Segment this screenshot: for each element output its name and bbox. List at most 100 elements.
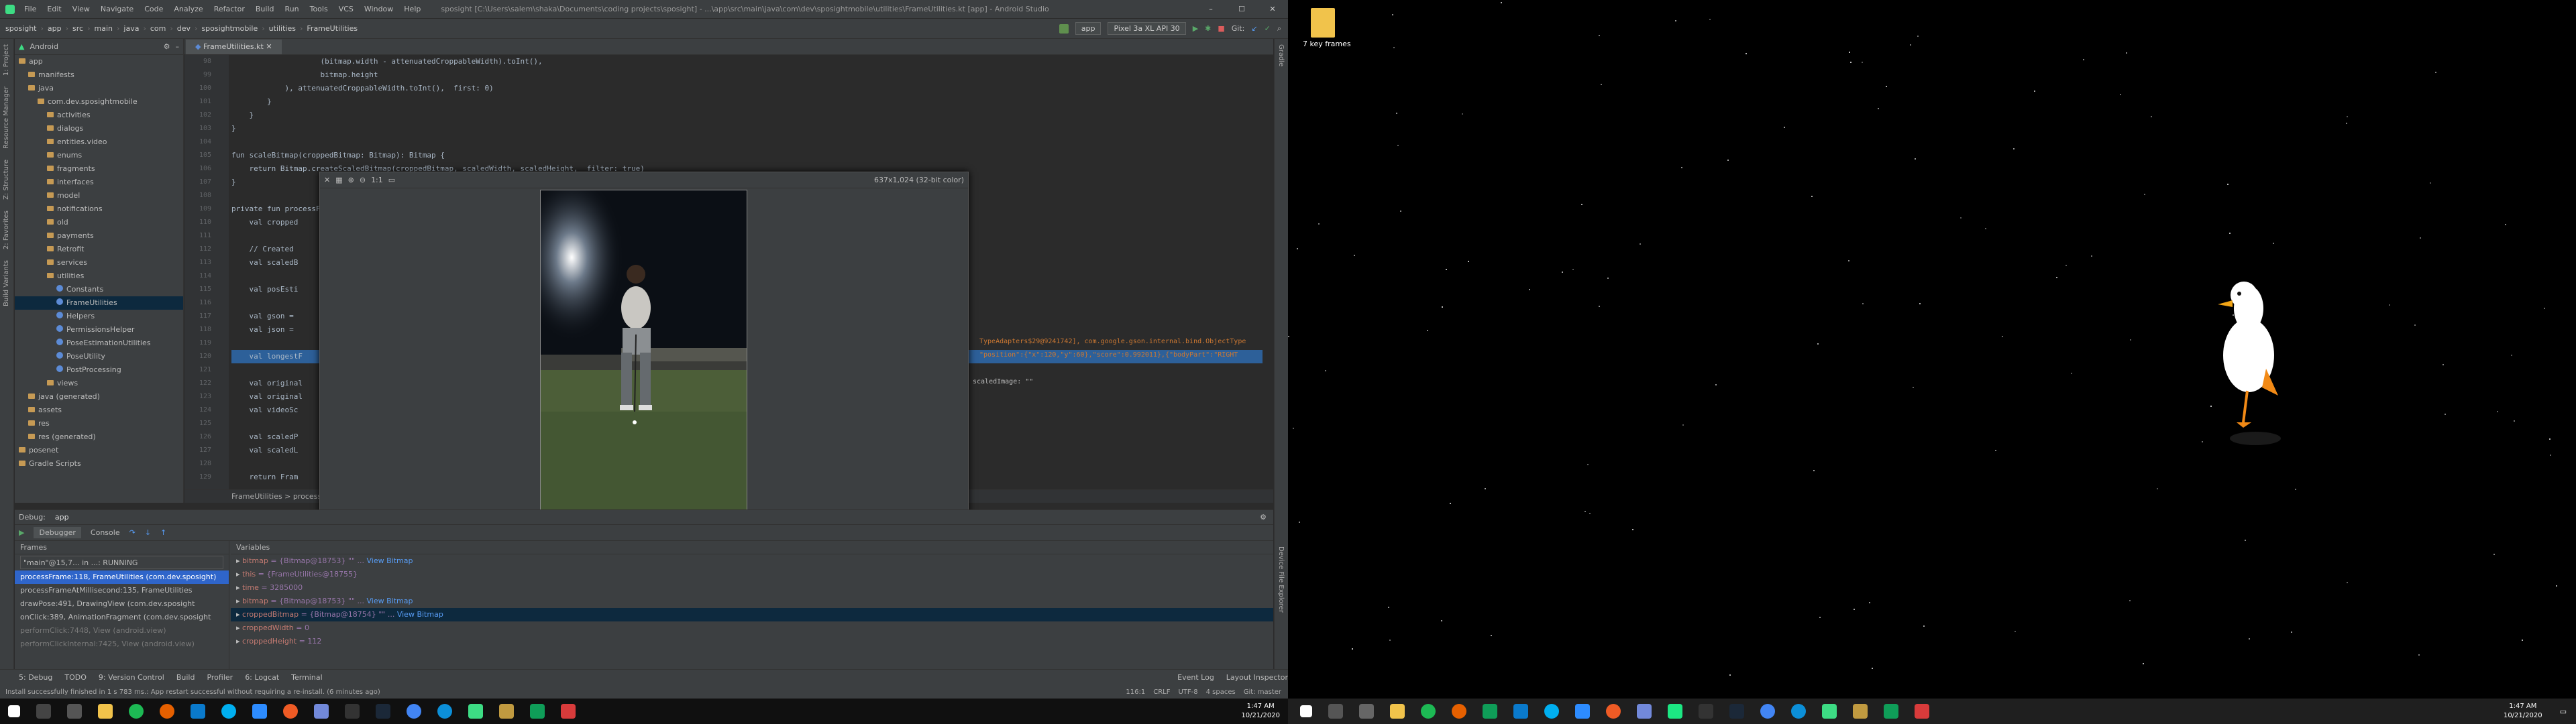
fit-icon[interactable]: ▭ [388, 176, 395, 184]
tree-item[interactable]: PermissionsHelper [15, 323, 183, 337]
breadcrumb-item[interactable]: src [72, 24, 83, 33]
tree-item[interactable]: FrameUtilities [15, 296, 183, 310]
edge-icon[interactable] [1791, 704, 1806, 719]
variable-row[interactable]: ▸ this = {FrameUtilities@18755} [231, 568, 1273, 581]
breadcrumb-item[interactable]: main [95, 24, 113, 33]
search-icon[interactable] [36, 704, 51, 719]
tree-item[interactable]: PostProcessing [15, 363, 183, 377]
bottom-tool-tab[interactable]: Layout Inspector [1226, 673, 1288, 682]
menu-item-tools[interactable]: Tools [310, 5, 328, 13]
breadcrumb-item[interactable]: com [150, 24, 166, 33]
variable-row[interactable]: ▸ croppedBitmap = {Bitmap@18754} "" ... … [231, 608, 1273, 621]
tree-item[interactable]: activities [15, 109, 183, 122]
gradle-tab[interactable]: Gradle [1275, 39, 1287, 72]
bottom-tool-tab[interactable]: Event Log [1177, 673, 1214, 682]
git-update-icon[interactable]: ↙ [1251, 24, 1257, 33]
left-tool-tab[interactable]: Z: Structure [0, 154, 13, 205]
tree-item[interactable]: payments [15, 229, 183, 243]
left-tool-tab[interactable]: Build Variants [0, 255, 13, 312]
expand-icon[interactable]: ▸ [236, 570, 242, 579]
terminal-icon[interactable] [345, 704, 360, 719]
skype-icon[interactable] [1544, 704, 1559, 719]
tab-debugger[interactable]: Debugger [34, 527, 81, 538]
windows-start-icon[interactable] [1300, 705, 1312, 717]
spotify-icon[interactable] [1421, 704, 1436, 719]
bottom-tool-tab[interactable]: Build [176, 673, 195, 682]
sheets-icon[interactable] [1483, 704, 1497, 719]
tree-item[interactable]: entities.video [15, 135, 183, 149]
tree-item[interactable]: dialogs [15, 122, 183, 135]
firefox-icon[interactable] [160, 704, 174, 719]
steam-icon[interactable] [376, 704, 390, 719]
tab-console[interactable]: Console [91, 528, 120, 537]
file-explorer-icon[interactable] [98, 704, 113, 719]
breadcrumb-item[interactable]: sposight [5, 24, 37, 33]
menu-item-build[interactable]: Build [256, 5, 274, 13]
variable-row[interactable]: ▸ croppedWidth = 0 [231, 621, 1273, 635]
sheets-icon[interactable] [530, 704, 545, 719]
git-commit-icon[interactable]: ✓ [1265, 24, 1271, 33]
editor-tab[interactable]: ◆ FrameUtilities.kt ✕ [186, 40, 282, 54]
git-branch[interactable]: Git: master [1244, 688, 1281, 696]
taskbar-clock[interactable]: 1:47 AM 10/21/2020 [2504, 702, 2551, 721]
edge-icon[interactable] [437, 704, 452, 719]
run-icon[interactable]: ▶ [1193, 24, 1198, 33]
debug-config-tab[interactable]: app [55, 513, 69, 522]
variable-row[interactable]: ▸ bitmap = {Bitmap@18753} "" ... View Bi… [231, 595, 1273, 608]
device-select[interactable]: Pixel 3a XL API 30 [1108, 22, 1186, 35]
tree-item[interactable]: Gradle Scripts [15, 457, 183, 471]
tree-item[interactable]: notifications [15, 202, 183, 216]
bottom-tool-tab[interactable]: TODO [64, 673, 87, 682]
variable-row[interactable]: ▸ croppedHeight = 112 [231, 635, 1273, 648]
app-icon[interactable] [1853, 704, 1868, 719]
step-over-icon[interactable]: ↷ [129, 528, 136, 537]
terminal-icon[interactable] [1699, 704, 1713, 719]
menu-item-edit[interactable]: Edit [47, 5, 61, 13]
indent-setting[interactable]: 4 spaces [1206, 688, 1236, 696]
tree-item[interactable]: Helpers [15, 310, 183, 323]
search-icon[interactable]: ⌕ [1277, 24, 1281, 34]
left-tool-tab[interactable]: Resource Manager [0, 81, 13, 154]
resume-icon[interactable]: ▶ [19, 528, 24, 537]
tree-item[interactable]: fragments [15, 162, 183, 176]
taskbar-clock[interactable]: 1:47 AM 10/21/2020 [1241, 702, 1288, 721]
step-out-icon[interactable]: ↑ [160, 528, 166, 537]
tree-item[interactable]: services [15, 256, 183, 269]
zoom-out-icon[interactable]: ⊖ [360, 176, 366, 184]
windows-start-icon[interactable] [8, 705, 20, 717]
breadcrumb-item[interactable]: sposightmobile [201, 24, 258, 33]
bottom-tool-tab[interactable]: 6: Logcat [245, 673, 279, 682]
file-explorer-icon[interactable] [1390, 704, 1405, 719]
tree-item[interactable]: Retrofit [15, 243, 183, 256]
menu-item-view[interactable]: View [72, 5, 90, 13]
frame-item[interactable]: processFrame:118, FrameUtilities (com.de… [15, 570, 229, 584]
zoom-icon[interactable] [1575, 704, 1590, 719]
device-file-explorer-tab[interactable]: Device File Explorer [1275, 541, 1287, 618]
close-icon[interactable]: ✕ [324, 176, 330, 184]
tree-item[interactable]: java [15, 82, 183, 95]
close-icon[interactable]: ✕ [1257, 5, 1288, 13]
android-studio-icon[interactable] [1822, 704, 1837, 719]
discord-icon[interactable] [314, 704, 329, 719]
vscode-icon[interactable] [191, 704, 205, 719]
menu-item-refactor[interactable]: Refactor [214, 5, 245, 13]
thread-select[interactable]: "main"@15,7... in ...: RUNNING [20, 556, 223, 569]
bottom-tool-tab[interactable]: Terminal [291, 673, 323, 682]
snipping-icon[interactable] [1915, 704, 1929, 719]
tree-item[interactable]: app [15, 55, 183, 68]
frame-item[interactable]: onClick:389, AnimationFragment (com.dev.… [15, 611, 229, 624]
tree-item[interactable]: model [15, 189, 183, 202]
tree-item[interactable]: res (generated) [15, 430, 183, 444]
step-into-icon[interactable]: ↓ [145, 528, 151, 537]
sheets-icon-2[interactable] [1884, 704, 1898, 719]
stop-icon[interactable]: ■ [1218, 24, 1224, 33]
minimize-icon[interactable]: – [1195, 5, 1226, 13]
tree-item[interactable]: utilities [15, 269, 183, 283]
tree-item[interactable]: com.dev.sposightmobile [15, 95, 183, 109]
skype-icon[interactable] [221, 704, 236, 719]
variable-row[interactable]: ▸ time = 3285000 [231, 581, 1273, 595]
breadcrumb-item[interactable]: FrameUtilities [307, 24, 358, 33]
view-bitmap-link[interactable]: View Bitmap [367, 597, 413, 605]
menu-item-window[interactable]: Window [364, 5, 393, 13]
postman-icon[interactable] [1606, 704, 1621, 719]
